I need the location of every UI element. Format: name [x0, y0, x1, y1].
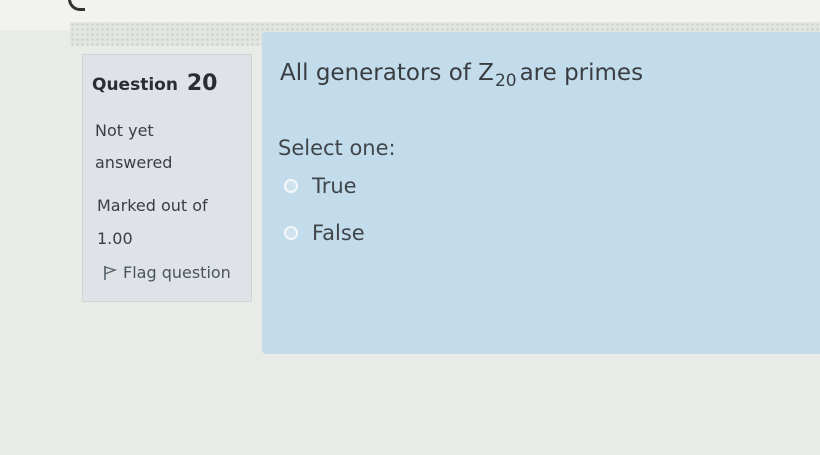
answer-option-true[interactable]: True: [284, 174, 357, 198]
question-text-start: All generators of Z: [280, 60, 494, 86]
grade-line-2: 1.00: [97, 229, 133, 248]
answer-option-false[interactable]: False: [284, 221, 365, 245]
radio-false[interactable]: [284, 226, 298, 240]
flag-icon: [103, 265, 117, 281]
option-label-false: False: [312, 221, 365, 245]
question-content: All generators of Z20 are primes Select o…: [262, 32, 820, 354]
question-number: Question 20: [92, 71, 218, 96]
top-edge-mark: [68, 0, 85, 11]
question-info-panel: Question 20 Not yet answered Marked out …: [82, 54, 252, 302]
question-text: All generators of Z20 are primes: [280, 60, 644, 91]
state-line-1: Not yet: [95, 121, 154, 140]
question-grade: Marked out of 1.00: [97, 189, 247, 255]
question-state: Not yet answered: [95, 115, 245, 179]
radio-true[interactable]: [284, 179, 298, 193]
question-label: Question: [92, 75, 178, 95]
flag-question-link[interactable]: Flag question: [103, 263, 231, 282]
question-number-value: 20: [186, 71, 218, 96]
option-label-true: True: [312, 174, 357, 198]
question-text-end: are primes: [519, 60, 644, 86]
question-text-subscript: 20: [494, 71, 517, 91]
state-line-2: answered: [95, 153, 173, 172]
answer-prompt: Select one:: [278, 136, 396, 160]
grade-line-1: Marked out of: [97, 196, 208, 215]
flag-question-label: Flag question: [123, 263, 231, 282]
